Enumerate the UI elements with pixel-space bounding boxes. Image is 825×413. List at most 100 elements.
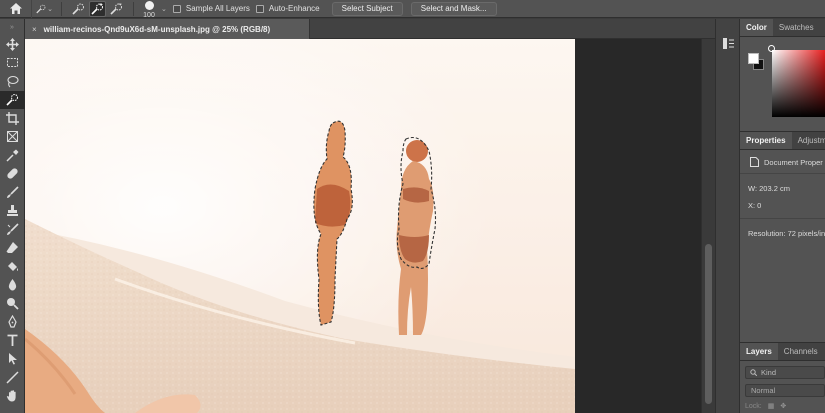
marquee-tool[interactable]: [0, 54, 25, 73]
clone-stamp-tool[interactable]: [0, 202, 25, 221]
select-subject-button[interactable]: Select Subject: [331, 1, 403, 16]
panel-dock-strip: [715, 19, 740, 413]
line-tool[interactable]: [0, 368, 25, 387]
photo-image: [25, 39, 575, 413]
auto-enhance-checkbox[interactable]: Auto-Enhance: [255, 4, 320, 13]
tab-channels[interactable]: Channels: [778, 343, 824, 360]
photoshop-window: ⌄ 100 ⌄ Sample All Layers Auto-Enhance S…: [0, 0, 825, 413]
move-icon: [6, 37, 19, 51]
brush-size-picker[interactable]: 100: [138, 0, 160, 19]
droplet-icon: [8, 279, 17, 291]
search-icon: [750, 369, 757, 376]
right-panels: « » Color Swatches Properties Adjustm: [740, 19, 825, 413]
checkbox-box[interactable]: [172, 4, 181, 13]
quick-selection-icon: [36, 4, 46, 13]
eyedropper-tool[interactable]: [0, 146, 25, 165]
home-icon: [9, 3, 22, 14]
tab-properties[interactable]: Properties: [740, 132, 792, 149]
paint-bucket-icon: [8, 261, 18, 271]
move-tool[interactable]: [0, 35, 25, 54]
color-panel-body: [740, 37, 825, 131]
tab-color[interactable]: Color: [740, 19, 773, 36]
vertical-scrollbar[interactable]: [701, 39, 715, 413]
quick-selection-icon: [6, 94, 18, 106]
history-brush-tool[interactable]: [0, 220, 25, 239]
chevron-down-icon[interactable]: ⌄: [161, 5, 167, 13]
color-picker-field[interactable]: [768, 45, 825, 117]
hand-icon: [6, 390, 16, 402]
kind-label: Kind: [761, 368, 777, 377]
path-selection-tool[interactable]: [0, 350, 25, 369]
frame-icon: [7, 131, 18, 143]
resolution-value: Resolution: 72 pixels/inc: [748, 229, 825, 238]
healing-brush-tool[interactable]: [0, 165, 25, 184]
beach-photo[interactable]: [25, 39, 575, 413]
foreground-color-swatch[interactable]: [748, 53, 759, 64]
crop-tool[interactable]: [0, 109, 25, 128]
eraser-tool[interactable]: [0, 239, 25, 258]
scrollbar-thumb[interactable]: [705, 244, 712, 404]
quick-selection-preset-button[interactable]: ⌄: [36, 1, 53, 17]
properties-panel: Properties Adjustm Document Proper W: 20…: [740, 131, 825, 342]
tab-adjustments[interactable]: Adjustm: [792, 132, 825, 149]
document-properties-row: Document Proper: [740, 150, 825, 167]
layers-panel: Layers Channels Kind Normal Lock: ▦ ✥: [740, 342, 825, 413]
eraser-icon: [6, 242, 18, 254]
color-panel: Color Swatches: [740, 19, 825, 131]
history-brush-icon: [7, 223, 19, 235]
document-tab-bar: × william-recinos-Qnd9uX6d-sM-unsplash.j…: [25, 19, 715, 39]
quick-selection-tool[interactable]: [0, 90, 25, 109]
brush-new-selection-icon: [72, 3, 84, 15]
line-icon: [6, 371, 19, 384]
blend-mode-select[interactable]: Normal: [745, 384, 825, 397]
sample-all-layers-checkbox[interactable]: Sample All Layers: [172, 4, 250, 13]
document-title: william-recinos-Qnd9uX6d-sM-unsplash.jpg…: [43, 24, 271, 34]
sample-all-layers-label: Sample All Layers: [185, 4, 250, 13]
lasso-tool[interactable]: [0, 72, 25, 91]
color-picker-ring-icon[interactable]: [768, 45, 775, 52]
layer-kind-filter[interactable]: Kind: [745, 366, 825, 379]
blur-tool[interactable]: [0, 276, 25, 295]
rectangle-marquee-icon: [7, 58, 18, 68]
bandage-icon: [7, 168, 18, 179]
history-panel-icon[interactable]: [722, 37, 735, 50]
canvas-area[interactable]: [25, 39, 701, 413]
brush-icon: [7, 186, 19, 198]
document-tab[interactable]: × william-recinos-Qnd9uX6d-sM-unsplash.j…: [25, 19, 310, 39]
brush-tool[interactable]: [0, 183, 25, 202]
hand-tool[interactable]: [0, 387, 25, 406]
options-bar: ⌄ 100 ⌄ Sample All Layers Auto-Enhance S…: [0, 0, 825, 19]
frame-tool[interactable]: [0, 128, 25, 147]
collapse-arrows-icon[interactable]: »: [0, 19, 24, 35]
eyedropper-icon: [6, 149, 19, 162]
stamp-icon: [7, 205, 18, 217]
brush-add-selection-icon: [91, 2, 103, 15]
pen-icon: [8, 315, 17, 328]
new-selection-button[interactable]: [70, 1, 87, 17]
dodge-tool[interactable]: [0, 294, 25, 313]
home-button[interactable]: [0, 0, 32, 18]
chevron-down-icon: ⌄: [47, 5, 53, 13]
layers-panel-tabs: Layers Channels: [740, 343, 825, 361]
close-icon[interactable]: ×: [32, 25, 37, 34]
tab-layers[interactable]: Layers: [740, 343, 778, 360]
subtract-from-selection-button[interactable]: [108, 1, 125, 17]
brush-tip-icon: [144, 0, 154, 10]
add-to-selection-button[interactable]: [89, 0, 106, 17]
lock-pixels-icon[interactable]: ▦: [768, 402, 775, 410]
arrow-pointer-icon: [9, 353, 17, 365]
width-value: W: 203.2 cm: [748, 184, 790, 193]
properties-panel-tabs: Properties Adjustm: [740, 132, 825, 150]
paint-bucket-tool[interactable]: [0, 257, 25, 276]
crop-icon: [6, 111, 19, 125]
checkbox-box[interactable]: [255, 4, 264, 13]
tab-swatches[interactable]: Swatches: [773, 19, 820, 36]
document-properties-label: Document Proper: [764, 157, 823, 167]
select-and-mask-button[interactable]: Select and Mask...: [410, 1, 497, 16]
lock-row: Lock: ▦ ✥: [745, 402, 825, 411]
pen-tool[interactable]: [0, 313, 25, 332]
tools-panel: »: [0, 19, 25, 413]
type-tool[interactable]: [0, 331, 25, 350]
separator: [61, 1, 62, 16]
lock-position-icon[interactable]: ✥: [780, 402, 786, 410]
